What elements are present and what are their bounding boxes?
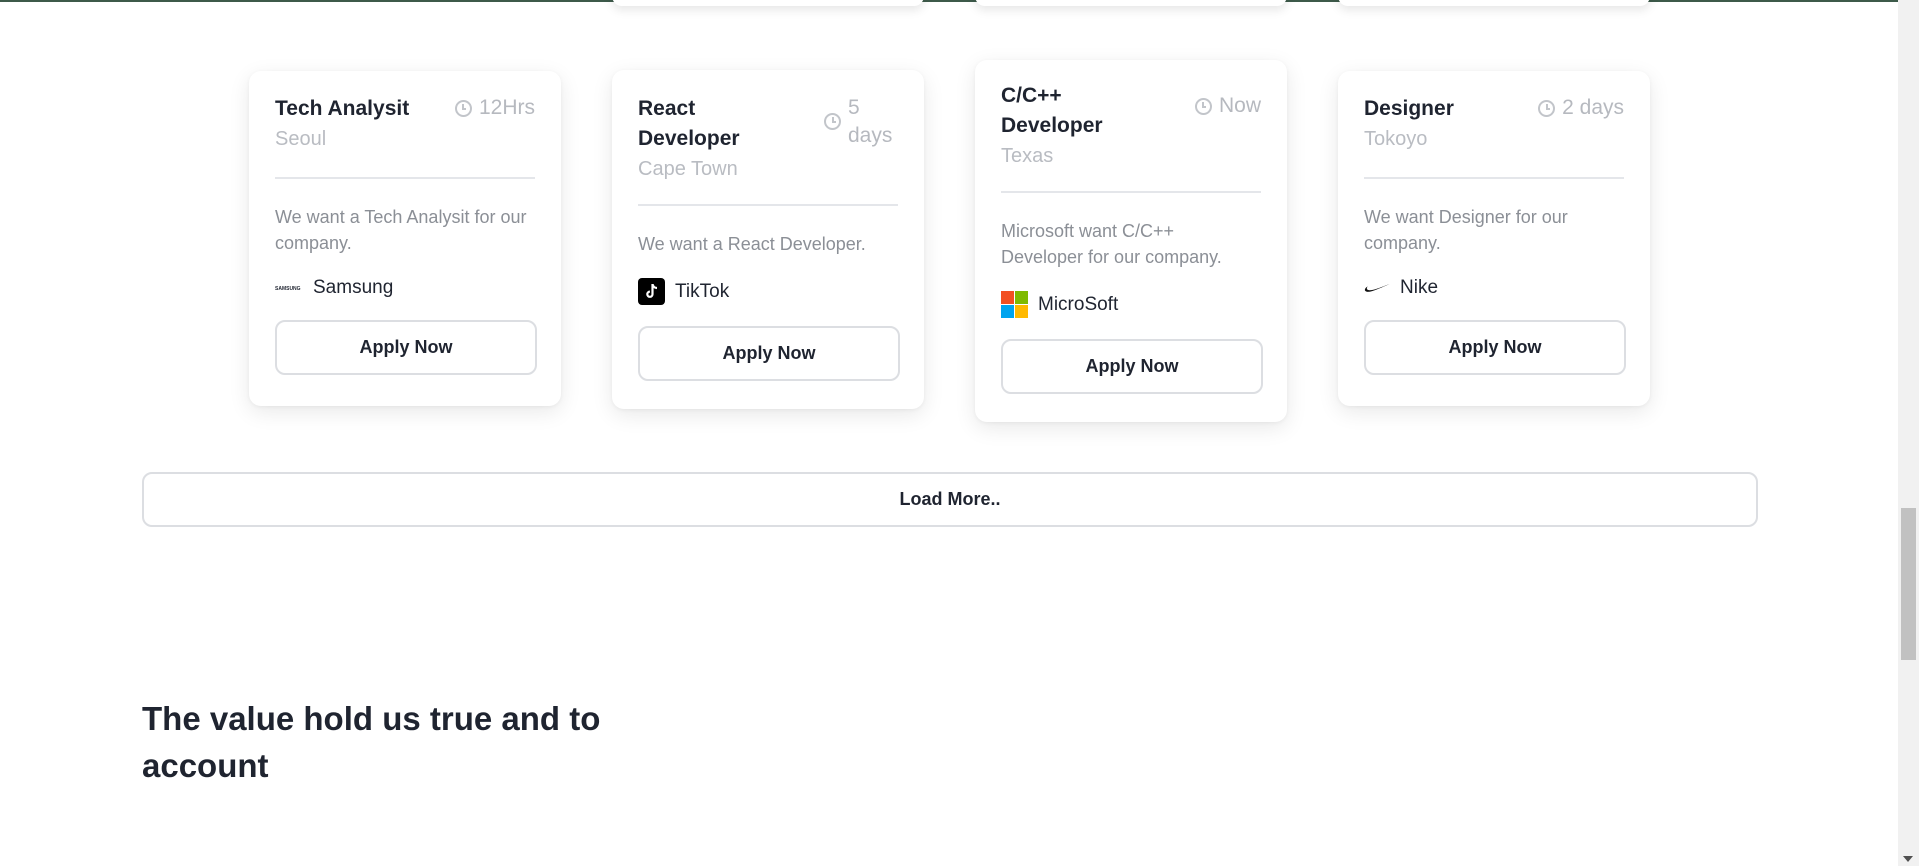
scroll-down-arrow-icon[interactable] bbox=[1903, 856, 1913, 862]
company-row: SAMSUNG Samsung bbox=[275, 277, 535, 299]
card-divider bbox=[638, 204, 898, 206]
job-description: We want a Tech Analysit for our company. bbox=[275, 207, 527, 253]
job-card-cpp-developer: C/C++ Developer Texas Now Microsoft want… bbox=[975, 60, 1287, 422]
company-name: TikTok bbox=[675, 280, 730, 302]
company-row: TikTok bbox=[638, 278, 898, 305]
job-location: Texas bbox=[1001, 145, 1054, 167]
previous-row-card bbox=[612, 0, 924, 6]
job-description: Microsoft want C/C++ Developer for our c… bbox=[1001, 221, 1222, 267]
job-title: React Developer bbox=[638, 97, 740, 150]
job-card-tech-analysit: Tech Analysit Seoul 12Hrs We want a Tech… bbox=[249, 71, 561, 406]
job-description: We want a React Developer. bbox=[638, 234, 866, 254]
job-title: C/C++ Developer bbox=[1001, 84, 1103, 137]
clock-icon bbox=[1194, 98, 1212, 115]
job-description: We want Designer for our company. bbox=[1364, 207, 1568, 253]
job-time-label: 5 days bbox=[848, 96, 893, 147]
section-title: The value hold us true and to account bbox=[142, 700, 601, 784]
tiktok-logo bbox=[638, 278, 665, 305]
job-title: Designer bbox=[1364, 97, 1454, 120]
company-name: MicroSoft bbox=[1038, 293, 1119, 315]
card-divider bbox=[275, 177, 535, 179]
clock-icon bbox=[1538, 100, 1556, 117]
clock-icon bbox=[824, 113, 841, 130]
company-name: Nike bbox=[1400, 277, 1439, 298]
job-location: Cape Town bbox=[638, 158, 738, 180]
company-name: Samsung bbox=[313, 277, 394, 298]
card-divider bbox=[1001, 191, 1261, 193]
job-time-label: 2 days bbox=[1562, 96, 1624, 119]
card-divider bbox=[1364, 177, 1624, 179]
job-time-label: 12Hrs bbox=[478, 96, 535, 119]
job-time-label: Now bbox=[1218, 94, 1261, 117]
job-posted-time: 12Hrs bbox=[454, 94, 535, 122]
job-title: Tech Analysit bbox=[275, 97, 410, 120]
samsung-logo-text: SAMSUNG bbox=[275, 286, 301, 292]
job-posted-time: 2 days bbox=[1538, 94, 1624, 122]
previous-row-card bbox=[975, 0, 1287, 6]
job-card-react-developer: React Developer Cape Town 5 days We want… bbox=[612, 70, 924, 409]
microsoft-logo bbox=[1001, 291, 1028, 318]
job-location: Tokoyo bbox=[1364, 128, 1428, 150]
apply-now-button[interactable]: Apply Now bbox=[275, 320, 537, 375]
apply-now-button[interactable]: Apply Now bbox=[1364, 320, 1626, 375]
previous-row-card bbox=[1338, 0, 1650, 6]
page-scrollbar[interactable] bbox=[1898, 0, 1919, 866]
job-card-designer: Designer Tokoyo 2 days We want Designer … bbox=[1338, 71, 1650, 406]
job-posted-time: 5 days bbox=[824, 94, 898, 150]
nike-logo bbox=[1364, 283, 1390, 293]
samsung-logo: SAMSUNG bbox=[275, 284, 303, 292]
apply-now-button[interactable]: Apply Now bbox=[1001, 339, 1263, 394]
apply-now-button[interactable]: Apply Now bbox=[638, 326, 900, 381]
scrollbar-thumb[interactable] bbox=[1901, 508, 1916, 660]
company-row: MicroSoft bbox=[1001, 291, 1261, 318]
clock-icon bbox=[454, 100, 472, 117]
job-posted-time: Now bbox=[1194, 92, 1261, 120]
company-row: Nike bbox=[1364, 277, 1624, 299]
load-more-button[interactable]: Load More.. bbox=[142, 472, 1758, 527]
job-location: Seoul bbox=[275, 128, 327, 150]
